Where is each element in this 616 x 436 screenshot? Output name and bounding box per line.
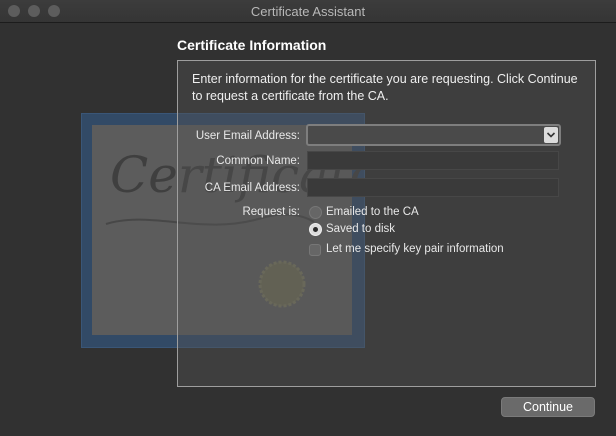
user-email-input[interactable] [308, 127, 543, 145]
emailed-to-ca-label[interactable]: Emailed to the CA [326, 206, 419, 218]
user-email-combobox[interactable] [306, 124, 561, 146]
title-bar: Certificate Assistant [0, 0, 616, 23]
common-name-input[interactable] [308, 153, 558, 171]
page-heading: Certificate Information [177, 37, 327, 53]
common-name-field[interactable] [307, 151, 559, 171]
ca-email-field[interactable] [307, 178, 559, 198]
intro-text: Enter information for the certificate yo… [192, 72, 578, 103]
ca-email-input[interactable] [308, 180, 558, 198]
user-email-label: User Email Address: [195, 130, 300, 142]
window-title: Certificate Assistant [250, 4, 366, 19]
request-is-label: Request is: [242, 206, 300, 218]
common-name-label: Common Name: [216, 155, 300, 167]
user-email-dropdown-button[interactable] [544, 127, 558, 143]
continue-button[interactable]: Continue [501, 397, 595, 417]
ca-email-label: CA Email Address: [204, 182, 300, 194]
key-pair-checkbox[interactable] [309, 244, 321, 256]
key-pair-checkbox-label[interactable]: Let me specify key pair information [326, 243, 504, 255]
emailed-to-ca-radio[interactable] [309, 206, 322, 219]
saved-to-disk-radio[interactable] [309, 223, 322, 236]
saved-to-disk-label[interactable]: Saved to disk [326, 223, 395, 235]
certificate-assistant-window: Certificate Assistant Certificate Certif… [0, 0, 616, 436]
chevron-down-icon [546, 132, 556, 138]
